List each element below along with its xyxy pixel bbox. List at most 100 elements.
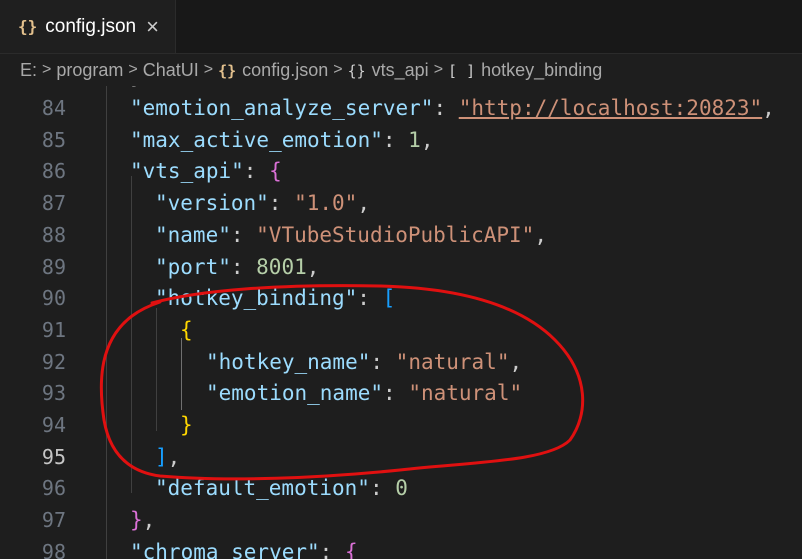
- json-colon: :: [370, 349, 396, 374]
- json-close-brace: }: [130, 508, 143, 533]
- line-number: 98: [41, 539, 66, 559]
- code-line: 85 "max_active_emotion": 1,: [0, 125, 802, 157]
- code-text: "hotkey_binding": [: [155, 283, 395, 315]
- code-line: 86 "vts_api": {: [0, 156, 802, 188]
- breadcrumb-item-config-json[interactable]: {} config.json: [218, 60, 328, 81]
- code-line-current: 95 ],: [0, 442, 802, 474]
- code-text: "default_emotion": 0: [155, 473, 408, 505]
- json-open-brace: {: [269, 159, 282, 184]
- line-number: 94: [41, 413, 66, 437]
- json-key: "port": [155, 254, 231, 279]
- line-number: 97: [41, 508, 66, 533]
- line-number: 89: [41, 254, 66, 279]
- chevron-right-icon: >: [203, 61, 214, 78]
- code-text: "chroma_server": {: [130, 537, 358, 559]
- json-file-icon: {}: [18, 17, 38, 36]
- chevron-right-icon: >: [333, 61, 343, 78]
- code-text: },: [130, 505, 155, 537]
- json-colon: :: [243, 159, 270, 184]
- breadcrumb-item-chatui[interactable]: ChatUI: [143, 60, 199, 81]
- json-open-brace: {: [180, 317, 193, 342]
- json-number: 1: [408, 127, 421, 152]
- code-line: 98 "chroma_server": {: [0, 537, 802, 559]
- json-comma: ,: [420, 127, 434, 152]
- json-key: "emotion_name": [206, 381, 384, 406]
- line-number: 90: [41, 286, 66, 311]
- json-key: "name": [155, 222, 231, 247]
- json-comma: ,: [167, 444, 181, 469]
- json-colon: :: [369, 476, 396, 501]
- code-text: "max_active_emotion": 1,: [130, 125, 433, 157]
- json-colon: :: [319, 539, 345, 559]
- object-symbol-icon: {}: [347, 61, 366, 80]
- line-number: 96: [41, 476, 66, 501]
- json-colon: :: [357, 286, 383, 311]
- json-number: 8001: [256, 254, 307, 279]
- json-file-icon: {}: [218, 61, 237, 80]
- code-line: 92 "hotkey_name": "natural",: [0, 347, 802, 379]
- tab-label: config.json: [45, 15, 137, 37]
- code-editor[interactable]: }, 84 "emotion_analyze_server": "http://…: [0, 86, 802, 559]
- breadcrumb-item-program[interactable]: program: [56, 60, 123, 81]
- json-key: "hotkey_binding": [155, 286, 358, 311]
- json-key: "default_emotion": [155, 476, 370, 501]
- code-line: 84 "emotion_analyze_server": "http://loc…: [0, 93, 802, 125]
- json-key: "emotion_analyze_server": [130, 96, 434, 120]
- close-icon[interactable]: ×: [146, 14, 159, 40]
- line-number: 92: [41, 349, 66, 374]
- json-colon: :: [268, 191, 295, 216]
- json-key: "vts_api": [130, 159, 244, 184]
- code-text: "vts_api": {: [130, 156, 282, 188]
- breadcrumb-label: config.json: [242, 59, 329, 80]
- json-key: "hotkey_name": [206, 349, 371, 374]
- line-number: 86: [41, 159, 66, 184]
- line-number: 88: [41, 222, 66, 247]
- code-line: 97 },: [0, 505, 802, 537]
- array-symbol-icon: [ ]: [448, 61, 476, 80]
- json-colon: :: [230, 222, 257, 247]
- breadcrumb-label: vts_api: [371, 59, 429, 80]
- breadcrumb-item-drive[interactable]: E:: [20, 60, 37, 81]
- line-number: 87: [41, 191, 66, 216]
- tab-config-json[interactable]: {} config.json ×: [0, 0, 176, 53]
- json-number: 0: [395, 476, 408, 501]
- breadcrumb-item-hotkey-binding[interactable]: [ ] hotkey_binding: [448, 60, 602, 81]
- json-colon: :: [383, 381, 409, 406]
- line-number: 85: [41, 127, 66, 152]
- json-comma: ,: [762, 96, 775, 120]
- code-line: 90 "hotkey_binding": [: [0, 283, 802, 315]
- breadcrumb-item-vts-api[interactable]: {} vts_api: [348, 60, 429, 81]
- json-close-bracket: ]: [155, 444, 168, 469]
- code-line: 94 }: [0, 410, 802, 442]
- code-text: }: [180, 410, 193, 442]
- tab-bar: {} config.json ×: [0, 0, 802, 54]
- json-comma: ,: [306, 254, 320, 279]
- json-key: "chroma_server": [130, 539, 320, 559]
- json-open-bracket: [: [382, 286, 396, 311]
- line-number: 93: [41, 381, 66, 406]
- json-string: "natural": [395, 349, 510, 374]
- json-comma: ,: [142, 508, 156, 533]
- code-line: 87 "version": "1.0",: [0, 188, 802, 220]
- json-key: "max_active_emotion": [130, 127, 383, 152]
- json-string: "VTubeStudioPublicAPI": [256, 222, 535, 247]
- json-close-brace: }: [180, 413, 193, 437]
- line-number: 91: [41, 317, 66, 342]
- code-text: "emotion_analyze_server": "http://localh…: [130, 93, 775, 125]
- code-line: 93 "emotion_name": "natural": [0, 378, 802, 410]
- json-string: "1.0": [294, 191, 358, 216]
- line-number: 95: [41, 444, 66, 469]
- json-comma: ,: [534, 222, 547, 247]
- code-partial-line: },: [130, 86, 155, 88]
- code-text: "name": "VTubeStudioPublicAPI",: [155, 220, 547, 252]
- code-line: 91 {: [0, 315, 802, 347]
- json-colon: :: [230, 254, 257, 279]
- breadcrumb-label: hotkey_binding: [481, 59, 603, 80]
- json-url-link[interactable]: "http://localhost:20823": [459, 96, 762, 120]
- json-string: "natural": [408, 381, 523, 406]
- chevron-right-icon: >: [433, 61, 444, 78]
- json-open-brace: {: [344, 539, 358, 559]
- code-text: ],: [155, 442, 180, 474]
- code-line: 96 "default_emotion": 0: [0, 473, 802, 505]
- chevron-right-icon: >: [128, 61, 138, 78]
